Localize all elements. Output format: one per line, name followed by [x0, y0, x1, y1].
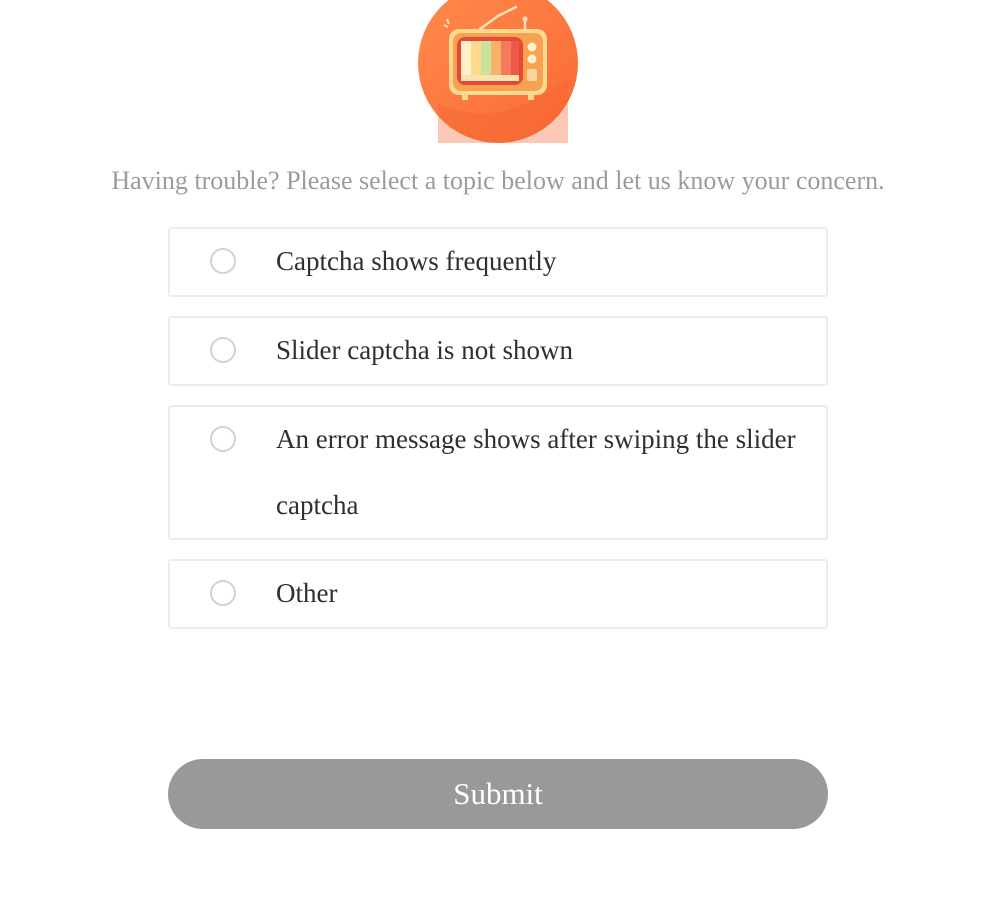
option-captcha-frequent[interactable]: Captcha shows frequently	[168, 227, 828, 297]
option-error-after-swipe[interactable]: An error message shows after swiping the…	[168, 405, 828, 540]
option-label: Slider captcha is not shown	[276, 335, 573, 365]
radio-button[interactable]	[210, 426, 236, 452]
instruction-text: Having trouble? Please select a topic be…	[111, 166, 885, 195]
topic-options: Captcha shows frequently Slider captcha …	[168, 227, 828, 648]
option-label: Captcha shows frequently	[276, 246, 557, 276]
radio-button[interactable]	[210, 248, 236, 274]
tv-illustration-icon	[418, 0, 578, 143]
option-slider-not-shown[interactable]: Slider captcha is not shown	[168, 316, 828, 386]
option-other[interactable]: Other	[168, 559, 828, 629]
option-label: Other	[276, 578, 338, 608]
submit-button[interactable]: Submit	[168, 759, 828, 829]
option-label: An error message shows after swiping the…	[276, 424, 796, 520]
feedback-page: Having trouble? Please select a topic be…	[0, 0, 1002, 913]
radio-button[interactable]	[210, 580, 236, 606]
radio-button[interactable]	[210, 337, 236, 363]
